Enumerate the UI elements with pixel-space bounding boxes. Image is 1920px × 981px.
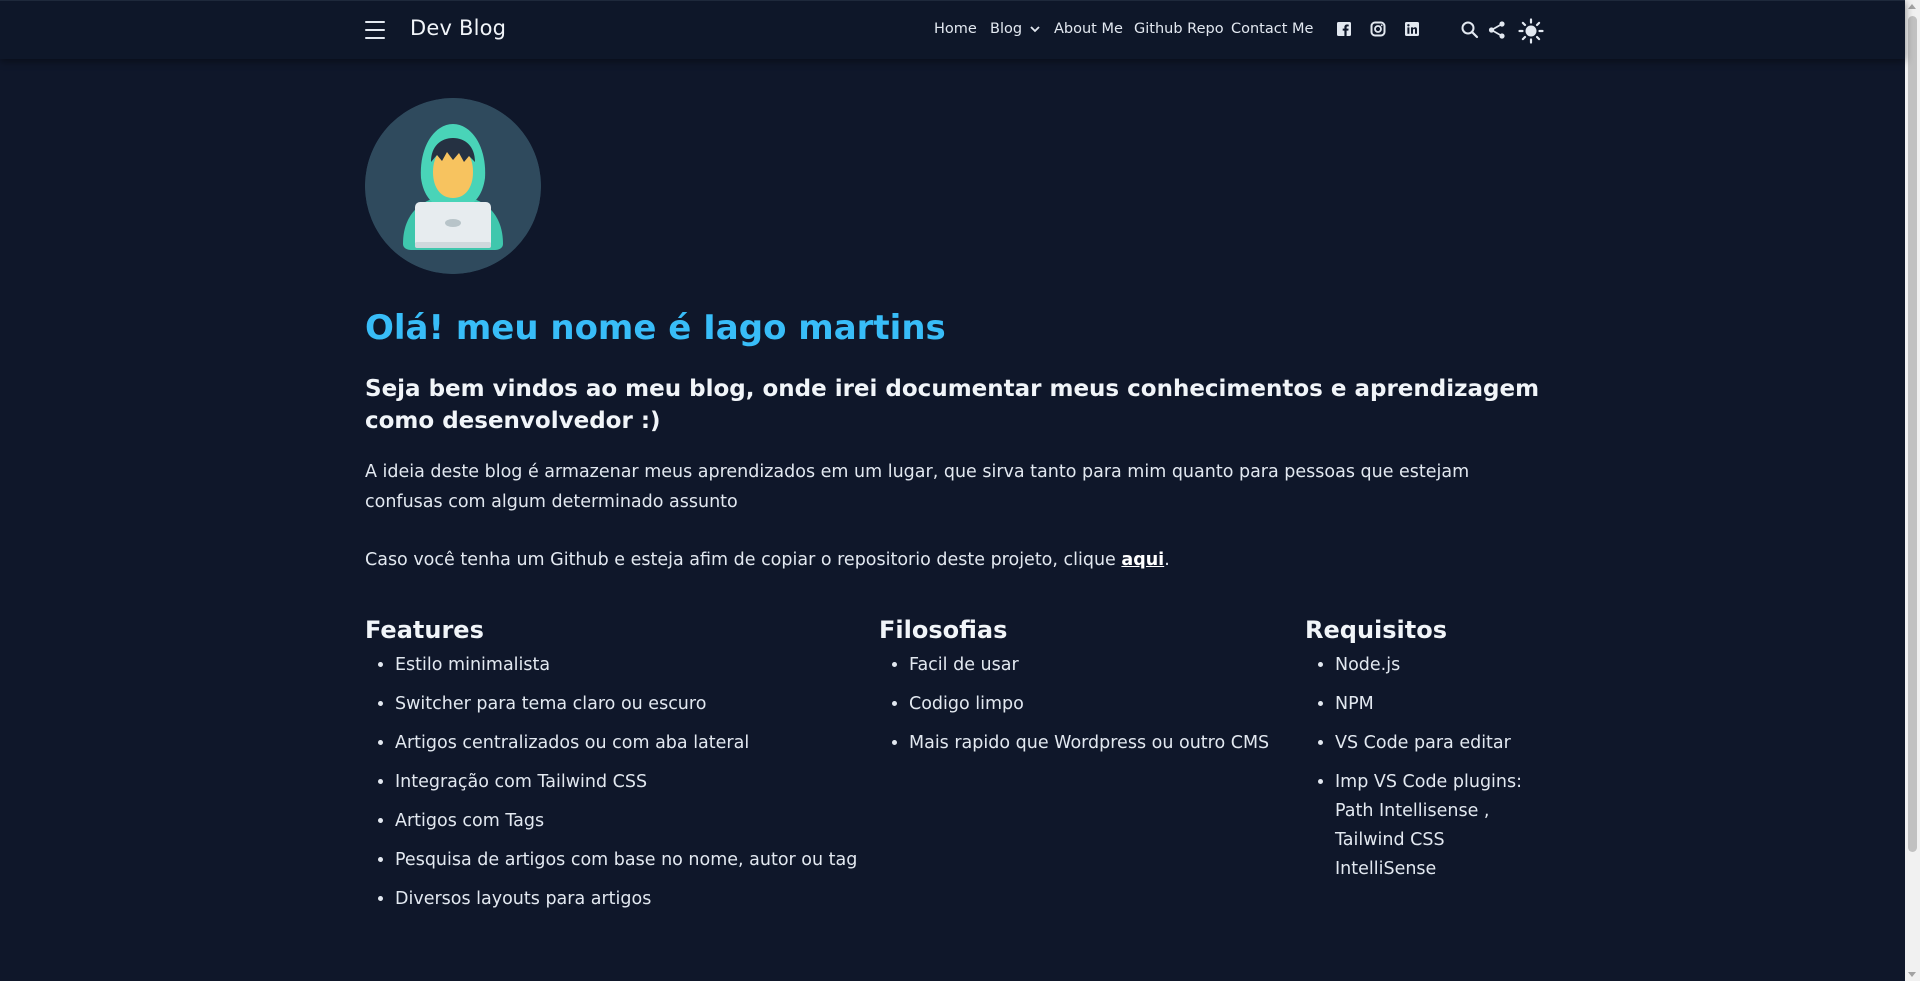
list-item: Estilo minimalista: [395, 651, 865, 680]
list-item: Integração com Tailwind CSS: [395, 768, 865, 797]
list-item: Artigos com Tags: [395, 807, 865, 836]
list-item: Node.js: [1335, 651, 1545, 680]
nav-blog-label: Blog: [990, 21, 1023, 37]
site-brand[interactable]: Dev Blog: [410, 16, 506, 40]
filosofias-section: Filosofias Facil de usar Codigo limpo Ma…: [879, 616, 1289, 768]
filosofias-heading: Filosofias: [879, 616, 1008, 644]
features-list: Estilo minimalista Switcher para tema cl…: [365, 651, 865, 914]
list-item: Pesquisa de artigos com base no nome, au…: [395, 846, 865, 875]
intro-paragraph: A ideia deste blog é armazenar meus apre…: [365, 462, 1470, 512]
list-item: Facil de usar: [909, 651, 1289, 680]
facebook-icon[interactable]: [1336, 21, 1352, 37]
repo-link[interactable]: aqui: [1121, 550, 1164, 570]
nav-contact-me[interactable]: Contact Me: [1231, 21, 1313, 37]
repo-text: Caso você tenha um Github e esteja afim …: [365, 550, 1122, 570]
scroll-up-arrow-icon[interactable]: [1908, 4, 1916, 9]
nav-home[interactable]: Home: [934, 21, 977, 37]
list-item: NPM: [1335, 690, 1545, 719]
nav-about-me[interactable]: About Me: [1054, 21, 1123, 37]
features-heading: Features: [365, 616, 484, 644]
instagram-icon[interactable]: [1370, 21, 1386, 37]
list-item: Codigo limpo: [909, 690, 1289, 719]
requisitos-section: Requisitos Node.js NPM VS Code para edit…: [1305, 616, 1545, 894]
filosofias-list: Facil de usar Codigo limpo Mais rapido q…: [879, 651, 1289, 758]
scrollbar-thumb[interactable]: [1908, 16, 1917, 852]
hamburger-menu-icon[interactable]: [365, 21, 385, 39]
requisitos-list: Node.js NPM VS Code para editar Imp VS C…: [1305, 651, 1545, 884]
page-title: Olá! meu nome é Iago martins: [365, 308, 946, 348]
chevron-down-icon: [1030, 26, 1040, 33]
repo-paragraph: Caso você tenha um Github e esteja afim …: [365, 545, 1545, 575]
nav-blog[interactable]: Blog: [990, 21, 1041, 37]
page-subtitle: Seja bem vindos ao meu blog, onde irei d…: [365, 376, 1540, 434]
hacker-avatar-icon: [365, 98, 541, 274]
list-item: Mais rapido que Wordpress ou outro CMS: [909, 729, 1289, 758]
site-header: Dev Blog Home Blog About Me Github Repo …: [0, 0, 1905, 59]
list-item: Imp VS Code plugins: Path Intellisense ,…: [1335, 768, 1545, 884]
features-section: Features Estilo minimalista Switcher par…: [365, 616, 865, 924]
share-icon[interactable]: [1487, 20, 1507, 40]
scroll-down-arrow-icon[interactable]: [1908, 972, 1916, 977]
requisitos-heading: Requisitos: [1305, 616, 1448, 644]
vertical-scrollbar[interactable]: [1905, 0, 1920, 981]
list-item: Artigos centralizados ou com aba lateral: [395, 729, 865, 758]
header-inner: Dev Blog Home Blog About Me Github Repo …: [365, 1, 1545, 59]
sun-icon[interactable]: [1518, 18, 1544, 44]
list-item: Switcher para tema claro ou escuro: [395, 690, 865, 719]
list-item: Diversos layouts para artigos: [395, 885, 865, 914]
avatar: [365, 98, 541, 274]
list-item: VS Code para editar: [1335, 729, 1545, 758]
nav-github-repo[interactable]: Github Repo: [1134, 21, 1224, 37]
search-icon[interactable]: [1460, 20, 1480, 40]
repo-text-end: .: [1164, 550, 1170, 570]
linkedin-icon[interactable]: [1404, 21, 1420, 37]
